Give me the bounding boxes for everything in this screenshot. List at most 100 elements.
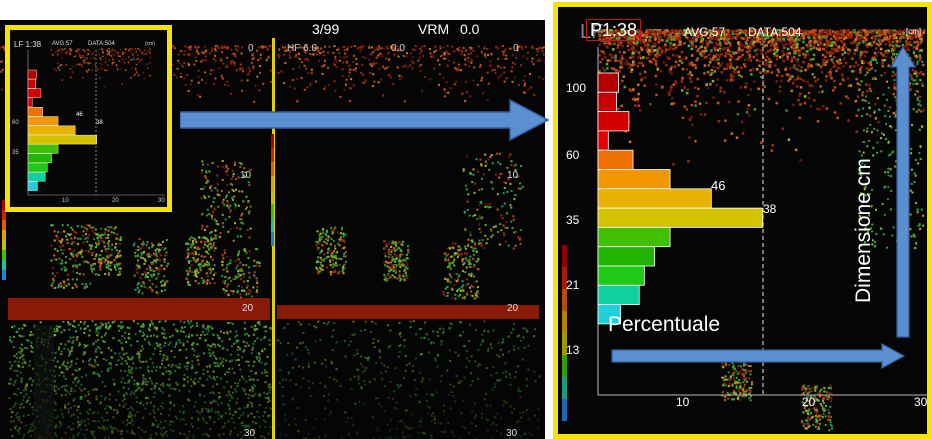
echo-noise (221, 51, 224, 54)
seabed-echo (490, 346, 493, 349)
echo-noise (204, 71, 207, 74)
echo-noise (515, 56, 518, 59)
inset-echo (69, 68, 72, 70)
fish-school-echo (404, 276, 407, 279)
seabed-echo (264, 406, 267, 409)
seabed-echo (487, 347, 490, 350)
fish-school-echo (163, 258, 166, 261)
fish-school-echo (459, 247, 462, 250)
fish-school-echo (387, 270, 390, 273)
echo-noise (438, 63, 441, 66)
echo-noise (343, 48, 346, 51)
fish-school-echo (97, 273, 100, 276)
inset-hist-bar (27, 153, 52, 163)
seabed-echo (454, 400, 457, 403)
fish-school-echo (230, 177, 233, 180)
echo-noise (214, 54, 217, 57)
fish-school-echo (134, 251, 137, 254)
fish-school-echo (59, 245, 62, 248)
fish-school-echo (405, 257, 408, 260)
fish-school-echo (92, 251, 95, 254)
surface-echo (625, 59, 629, 63)
seabed-echo (193, 378, 196, 381)
fish-school-echo (465, 266, 468, 269)
seabed-echo (324, 386, 327, 389)
inset-echo (65, 64, 68, 66)
echo-noise (195, 59, 198, 62)
fish-school-echo (241, 212, 244, 215)
fish-school-echo (339, 236, 342, 239)
fish-school-echo (214, 187, 217, 190)
fish-school-echo (208, 170, 211, 173)
seabed-echo (180, 326, 183, 329)
seabed-echo (470, 372, 473, 375)
seabed-echo (395, 401, 398, 404)
fish-school-echo (477, 259, 480, 262)
seabed-echo (214, 365, 217, 368)
echo-noise (219, 57, 222, 60)
fish-school-echo (340, 258, 343, 261)
seabed-echo (186, 320, 189, 323)
seabed-echo (58, 374, 61, 377)
fish-school-echo (100, 233, 103, 236)
seabed-echo (265, 374, 268, 377)
fish-school-echo (165, 265, 168, 268)
echo-noise (259, 65, 262, 68)
fish-school-echo (456, 289, 459, 292)
inset-echo (110, 50, 112, 52)
seabed-echo (142, 416, 145, 419)
inset-hist-bar (27, 162, 48, 173)
echo-noise (406, 52, 409, 55)
seabed-echo (266, 356, 269, 359)
fish-school-echo (492, 233, 495, 236)
echo-noise (396, 66, 399, 69)
seabed-echo (111, 321, 114, 324)
seabed-echo (9, 408, 12, 411)
surface-echo (616, 46, 620, 49)
fish-school-echo (99, 258, 102, 261)
seabed-echo (238, 379, 241, 382)
fish-school-echo (330, 227, 333, 230)
seabed-echo (235, 401, 238, 404)
fish-school-echo (213, 218, 216, 221)
seabed-echo (242, 340, 245, 343)
echo-noise (190, 48, 193, 51)
seabed-echo (69, 353, 72, 356)
inset-echo (82, 49, 85, 51)
fish-school-echo (315, 244, 318, 247)
seabed-echo (507, 350, 510, 353)
echo-noise (489, 60, 492, 63)
seabed-echo (528, 432, 531, 435)
fish-school-echo (208, 263, 211, 266)
fish-school-echo (248, 292, 251, 295)
fish-school-echo (79, 237, 82, 240)
seabed-echo (155, 418, 158, 421)
echo-noise (522, 55, 525, 58)
echo-noise (538, 57, 541, 60)
fish-school-echo (510, 220, 513, 223)
seabed-echo (166, 383, 169, 386)
seabed-echo (80, 421, 83, 424)
echo-noise (454, 67, 457, 70)
seabed-echo (404, 425, 407, 428)
echo-noise (252, 57, 255, 60)
fish-school-echo (186, 255, 189, 258)
seabed-echo (511, 411, 514, 414)
fish-school-echo (385, 243, 388, 246)
seabed-echo (195, 322, 198, 325)
seabed-echo (21, 327, 24, 330)
echo-noise (310, 68, 313, 71)
seabed-echo (95, 356, 98, 359)
fish-school-echo (195, 259, 198, 262)
seabed-echo (308, 323, 311, 326)
seabed-echo (14, 360, 17, 363)
seabed-echo (196, 359, 199, 362)
seabed-echo (67, 426, 70, 429)
seabed-echo (15, 352, 18, 355)
seabed-echo (395, 428, 398, 431)
echo-noise (213, 82, 216, 85)
fish-school-echo (52, 277, 55, 280)
echo-noise (254, 84, 257, 87)
seabed-echo (93, 411, 96, 414)
echo-noise (173, 73, 176, 76)
